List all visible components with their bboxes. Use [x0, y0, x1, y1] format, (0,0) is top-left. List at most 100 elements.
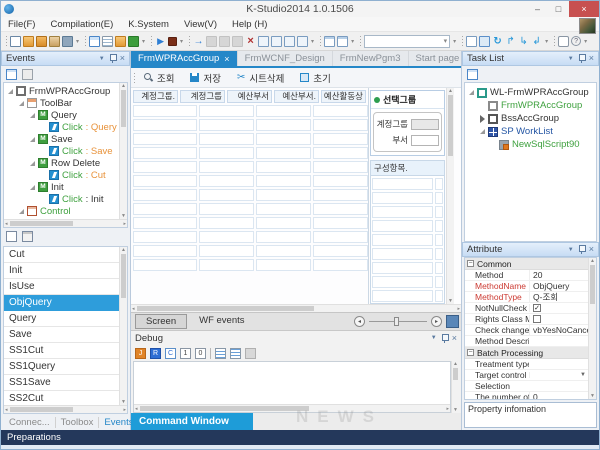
- events-tree-item[interactable]: Click : Cut: [4, 169, 119, 181]
- grid-cell[interactable]: [313, 105, 368, 117]
- toolbar-grip-icon[interactable]: [188, 35, 191, 47]
- debug-output-area[interactable]: ◂▸: [133, 361, 451, 413]
- save-all-icon[interactable]: [128, 36, 139, 47]
- grid-cell[interactable]: [256, 119, 311, 131]
- window-cascade-icon[interactable]: [284, 36, 295, 47]
- compose-items-list[interactable]: [371, 176, 444, 302]
- debug-settings-icon[interactable]: [245, 348, 256, 359]
- save-file-icon[interactable]: [62, 36, 73, 47]
- events-tree-item[interactable]: ToolBar: [4, 97, 119, 109]
- toolbar-overflow-icon[interactable]: ▾: [141, 38, 146, 45]
- events-list-horizontal-scrollbar[interactable]: ◂▸: [4, 405, 127, 413]
- attribute-value[interactable]: Q-조회: [529, 291, 588, 303]
- compose-cell[interactable]: [372, 248, 433, 260]
- chevron-down-icon[interactable]: ▼: [580, 372, 586, 378]
- task-list-item[interactable]: FrmWPRAccGroup: [465, 99, 596, 112]
- attribute-value[interactable]: ObjQuery: [529, 281, 588, 291]
- filter-icon[interactable]: [22, 69, 33, 80]
- floppy-button[interactable]: 저장: [182, 71, 228, 85]
- pin-icon[interactable]: [578, 245, 585, 254]
- step-zero-icon[interactable]: [195, 348, 206, 359]
- step-return-disabled-icon[interactable]: [232, 36, 243, 47]
- grid-cell[interactable]: [133, 245, 197, 257]
- list-item[interactable]: ObjQuery: [4, 295, 119, 311]
- compose-cell-narrow[interactable]: [435, 178, 443, 190]
- view-tab-screen[interactable]: Screen: [135, 314, 187, 329]
- events-tree-horizontal-scrollbar[interactable]: ◂▸: [4, 219, 127, 227]
- grid-cell[interactable]: [256, 105, 311, 117]
- history-folder-icon[interactable]: [49, 36, 60, 47]
- grid-cell[interactable]: [133, 203, 197, 215]
- stop-icon[interactable]: [168, 37, 177, 46]
- step-one-icon[interactable]: [180, 348, 191, 359]
- chevron-down-icon[interactable]: ▼: [431, 335, 437, 341]
- grid-column-header[interactable]: 예산부서.: [274, 90, 319, 103]
- toolbar-grip-icon[interactable]: [553, 35, 556, 47]
- attribute-value[interactable]: [529, 315, 588, 323]
- attribute-value[interactable]: ✓: [529, 304, 588, 312]
- close-icon[interactable]: ×: [589, 245, 594, 254]
- attribute-vertical-scrollbar[interactable]: ▲▼: [588, 258, 596, 399]
- grid-cell[interactable]: [199, 245, 254, 257]
- compose-cell-narrow[interactable]: [435, 206, 443, 218]
- list-item[interactable]: Save: [4, 327, 119, 343]
- task-list-item[interactable]: SP WorkList: [465, 125, 596, 138]
- collapse-icon[interactable]: −: [467, 349, 474, 356]
- menu-item[interactable]: Help (H): [232, 19, 267, 30]
- menu-item[interactable]: Compilation(E): [50, 19, 113, 30]
- grid-cell[interactable]: [199, 217, 254, 229]
- resize-icon[interactable]: [466, 36, 477, 47]
- attribute-row[interactable]: The number of b...0: [465, 392, 588, 399]
- grid-cell[interactable]: [199, 161, 254, 173]
- debug-horizontal-scrollbar[interactable]: ◂▸: [134, 404, 450, 412]
- compose-cell[interactable]: [372, 192, 433, 204]
- events-tree-item[interactable]: Click : Save: [4, 145, 119, 157]
- expand-all-icon[interactable]: [6, 69, 17, 80]
- grid-column-header[interactable]: 예산부서: [227, 90, 272, 103]
- chevron-down-icon[interactable]: ▼: [99, 56, 105, 62]
- compose-cell-narrow[interactable]: [435, 262, 443, 274]
- grid-cell[interactable]: [133, 231, 197, 243]
- toolbar-grip-icon[interactable]: [359, 35, 362, 47]
- align-top-icon[interactable]: [215, 348, 226, 359]
- align-bottom-icon[interactable]: [230, 348, 241, 359]
- new-document-icon[interactable]: [10, 36, 21, 47]
- document-tab[interactable]: FrmNewPgm3: [333, 51, 409, 66]
- grid-column-header[interactable]: 예산활동상: [321, 90, 366, 103]
- grid-cell[interactable]: [133, 175, 197, 187]
- list-item[interactable]: Init: [4, 263, 119, 279]
- grid-cell[interactable]: [256, 203, 311, 215]
- grid-cell[interactable]: [313, 203, 368, 215]
- compose-cell[interactable]: [372, 220, 433, 232]
- tab-close-icon[interactable]: ×: [224, 54, 229, 64]
- grid-column-header[interactable]: 계정그룹: [180, 90, 225, 103]
- list-item[interactable]: IsUse: [4, 279, 119, 295]
- grid-cell[interactable]: [199, 105, 254, 117]
- grid-cell[interactable]: [133, 259, 197, 271]
- compose-cell[interactable]: [372, 234, 433, 246]
- attribute-row[interactable]: Method Descript...: [465, 336, 588, 347]
- events-tree-item[interactable]: Click : Query: [4, 121, 119, 133]
- events-tree-item[interactable]: FrmWPRAccGroup: [4, 85, 119, 97]
- grid-cell[interactable]: [313, 133, 368, 145]
- collapse-icon[interactable]: −: [467, 260, 474, 267]
- window-code-icon[interactable]: [297, 36, 308, 47]
- grid-cell[interactable]: [313, 245, 368, 257]
- attribute-row[interactable]: Rights Class Man...: [465, 314, 588, 325]
- form-list-icon[interactable]: [102, 36, 113, 47]
- tree-expander-icon[interactable]: [480, 115, 485, 123]
- view-tab-wfevents[interactable]: WF events: [189, 314, 254, 329]
- grid-cell[interactable]: [133, 189, 197, 201]
- events-tree-vertical-scrollbar[interactable]: ▲▼: [119, 83, 127, 219]
- dock-tab-connec[interactable]: Connec...: [4, 417, 56, 428]
- grid-cell[interactable]: [199, 203, 254, 215]
- grid-column-header[interactable]: 계정그룹.: [133, 90, 178, 103]
- folder-settings-icon[interactable]: [115, 36, 126, 47]
- list-item[interactable]: SS1Cut: [4, 343, 119, 359]
- grid-cell[interactable]: [199, 133, 254, 145]
- nav-arrow3-icon[interactable]: [531, 36, 542, 47]
- grid-cell[interactable]: [256, 189, 311, 201]
- zoom-in-icon[interactable]: ▸: [431, 316, 442, 327]
- grid-cell[interactable]: [313, 231, 368, 243]
- checkbox-icon[interactable]: [533, 315, 541, 323]
